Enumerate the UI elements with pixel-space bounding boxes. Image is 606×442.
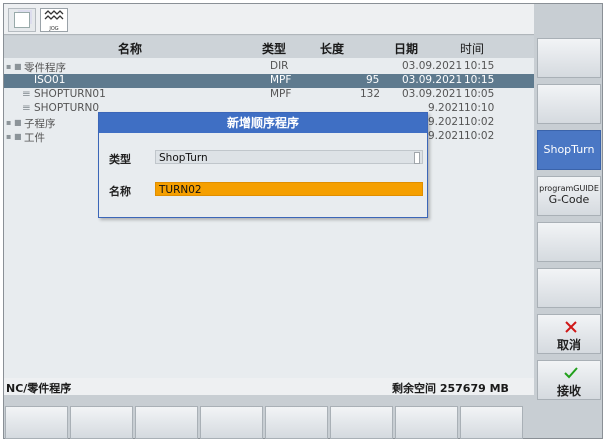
item-date: 9.2021 [428, 116, 465, 128]
item-length: 132 [360, 88, 381, 100]
softkey-h1[interactable] [5, 406, 68, 439]
softkey-h3[interactable] [135, 406, 198, 439]
item-type: MPF [270, 88, 292, 100]
item-time: 10:15 [464, 74, 495, 86]
item-name: SHOPTURN0 [34, 102, 100, 114]
accept-softkey[interactable]: 接收 [537, 360, 601, 400]
current-path: NC/零件程序 [6, 382, 72, 395]
softkey-h8[interactable] [460, 406, 523, 439]
column-date[interactable]: 日期 [394, 40, 418, 57]
item-date: 03.09.2021 [402, 88, 463, 100]
list-item-selected[interactable]: ISO01 MPF 95 03.09.2021 10:15 [4, 74, 534, 88]
free-space: 剩余空间 257679 MB [392, 382, 509, 395]
item-time: 10:05 [464, 88, 495, 100]
item-name: ISO01 [34, 74, 66, 86]
cancel-label: 取消 [556, 338, 581, 352]
column-type[interactable]: 类型 [262, 40, 286, 57]
item-name: 零件程序 [24, 62, 66, 74]
column-name[interactable]: 名称 [118, 40, 142, 57]
shopturn-label: ShopTurn [543, 143, 595, 156]
item-date: 03.09.2021 [402, 74, 463, 86]
softkey-v1[interactable] [537, 38, 601, 78]
jog-label: JOG [49, 26, 59, 32]
item-date: 9.2021 [428, 102, 465, 114]
softkey-h6[interactable] [330, 406, 393, 439]
item-type: MPF [270, 74, 292, 86]
type-value: ShopTurn [159, 152, 208, 164]
programguide-softkey[interactable]: programGUIDE G-Code [537, 176, 601, 216]
item-type: DIR [270, 60, 289, 72]
machine-mode-button[interactable] [8, 8, 36, 32]
jog-mode-button[interactable]: JOG [40, 8, 68, 32]
softkey-v5[interactable] [537, 222, 601, 262]
accept-label: 接收 [556, 384, 581, 398]
type-select[interactable]: ShopTurn [155, 150, 423, 164]
item-time: 10:10 [464, 102, 495, 114]
name-input[interactable]: TURN02 [155, 182, 423, 196]
list-header: 名称 类型 长度 日期 时间 [4, 36, 534, 58]
softkey-h7[interactable] [395, 406, 458, 439]
item-time: 10:15 [464, 60, 495, 72]
item-time: 10:02 [464, 130, 495, 142]
red-x-icon [565, 321, 577, 333]
dropdown-icon [414, 152, 420, 164]
cancel-softkey[interactable]: 取消 [537, 314, 601, 354]
item-name: 工件 [24, 132, 45, 144]
jog-wave-icon [44, 10, 64, 20]
softkey-h5[interactable] [265, 406, 328, 439]
item-date: 9.2021 [428, 130, 465, 142]
folder-icon: ▪ ■ [6, 132, 22, 141]
program-list: ▪ ■ 零件程序 DIR 03.09.2021 10:15 ISO01 MPF … [4, 58, 534, 378]
dialog-title: 新增顺序程序 [99, 113, 427, 133]
column-time[interactable]: 时间 [460, 40, 484, 57]
shopturn-softkey[interactable]: ShopTurn [537, 130, 601, 170]
folder-icon: ▪ ■ [6, 62, 22, 71]
item-time: 10:02 [464, 116, 495, 128]
file-icon: ≡ [22, 102, 31, 114]
column-length[interactable]: 长度 [320, 40, 344, 57]
softkey-h2[interactable] [70, 406, 133, 439]
item-name: SHOPTURN01 [34, 88, 106, 100]
softkey-v6[interactable] [537, 268, 601, 308]
item-length: 95 [366, 74, 380, 86]
softkey-v2[interactable] [537, 84, 601, 124]
list-item[interactable]: ▪ ■ 零件程序 DIR 03.09.2021 10:15 [4, 60, 534, 74]
new-program-dialog: 新增顺序程序 类型 ShopTurn 名称 TURN02 [98, 112, 428, 218]
softkey-h4[interactable] [200, 406, 263, 439]
window-icon [14, 12, 30, 28]
item-date: 03.09.2021 [402, 60, 463, 72]
type-label: 类型 [109, 153, 131, 166]
folder-icon: ▪ ■ [6, 118, 22, 127]
item-name: 子程序 [24, 118, 56, 130]
status-bar: NC/零件程序 剩余空间 257679 MB [4, 378, 534, 395]
top-bar: JOG [4, 4, 534, 35]
file-icon: ≡ [22, 88, 31, 100]
gcode-label: G-Code [548, 193, 590, 206]
list-item[interactable]: ≡ SHOPTURN01 MPF 132 03.09.2021 10:05 [4, 88, 534, 102]
green-check-icon [564, 367, 578, 379]
programguide-label: programGUIDE [539, 184, 599, 193]
name-label: 名称 [109, 185, 131, 198]
